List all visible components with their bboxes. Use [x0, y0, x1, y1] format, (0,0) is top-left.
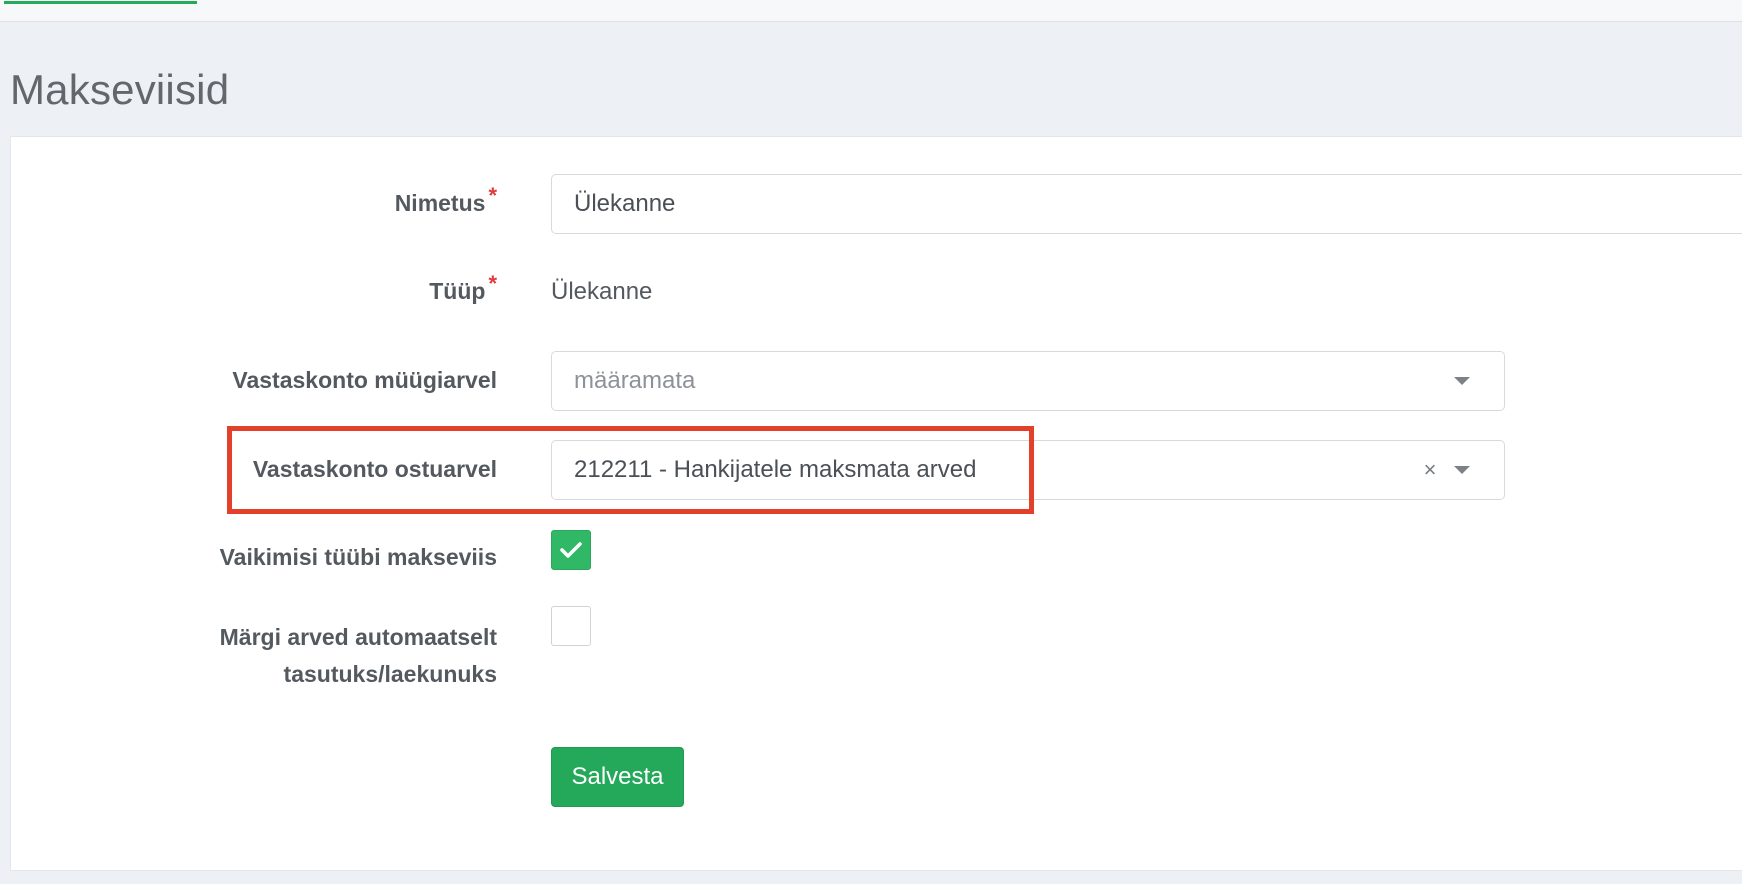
type-label-text: Tüüp	[429, 278, 486, 304]
auto-mark-paid-label: Märgi arved automaatselt tasutuks/laekun…	[167, 619, 497, 693]
auto-mark-paid-label-line2: tasutuks/laekunuks	[283, 661, 497, 687]
type-value: Ülekanne	[551, 278, 653, 305]
purchase-account-select[interactable]: 212211 - Hankijatele maksmata arved ×	[551, 440, 1505, 500]
chevron-down-icon[interactable]	[1454, 466, 1470, 474]
name-input[interactable]: Ülekanne	[551, 174, 1742, 234]
save-button[interactable]: Salvesta	[551, 747, 684, 807]
auto-mark-paid-label-line1: Märgi arved automaatselt	[219, 624, 497, 650]
default-type-label: Vaikimisi tüübi makseviis	[219, 544, 497, 570]
sales-account-select[interactable]: määramata	[551, 351, 1505, 411]
required-mark: *	[488, 271, 497, 296]
name-label: Nimetus *	[394, 183, 497, 217]
page-title: Makseviisid	[10, 66, 230, 113]
close-icon[interactable]: ×	[1416, 456, 1444, 484]
sales-account-label: Vastaskonto müügiarvel	[232, 367, 497, 393]
top-nav-bar	[0, 0, 1742, 22]
checkmark-icon	[560, 542, 582, 558]
name-label-text: Nimetus	[394, 190, 486, 216]
name-input-value: Ülekanne	[574, 190, 676, 217]
purchase-account-value: 212211 - Hankijatele maksmata arved	[574, 456, 977, 483]
active-tab-indicator	[4, 1, 197, 4]
chevron-down-icon[interactable]	[1454, 377, 1470, 385]
purchase-account-label: Vastaskonto ostuarvel	[252, 456, 497, 482]
default-type-checkbox[interactable]	[551, 530, 591, 570]
type-label: Tüüp *	[429, 271, 497, 305]
payment-method-form-card	[10, 136, 1742, 871]
sales-account-placeholder: määramata	[574, 367, 696, 394]
auto-mark-paid-checkbox[interactable]	[551, 606, 591, 646]
required-mark: *	[488, 183, 497, 208]
